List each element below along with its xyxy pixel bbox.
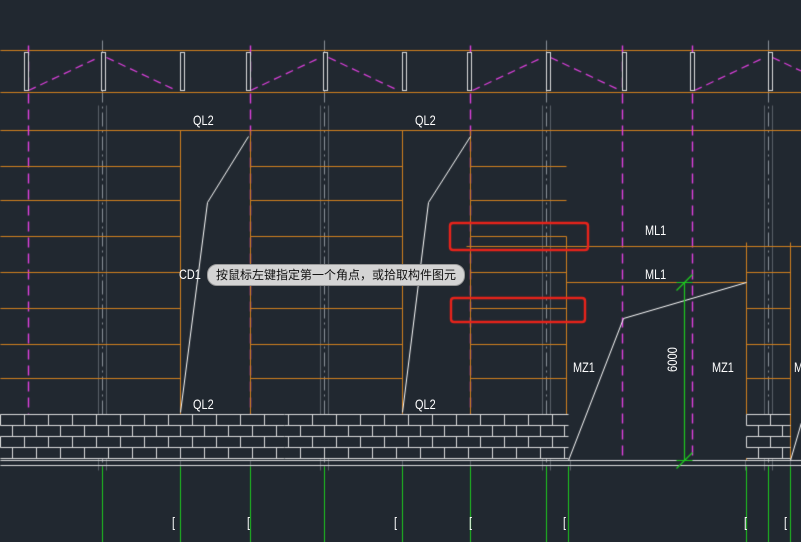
axis-bracket-marker: [	[172, 514, 176, 530]
axis-bracket-marker: [	[744, 514, 748, 530]
axis-bracket-marker: [	[394, 514, 398, 530]
axis-bracket-marker: [	[563, 514, 567, 530]
column-label-mz1-left: MZ1	[573, 359, 595, 375]
column-label-m-cut: M	[794, 359, 801, 375]
axis-bracket-marker: [	[247, 514, 251, 530]
axis-bracket-marker: [	[469, 514, 473, 530]
beam-label-ql2-top-right: QL2	[415, 112, 436, 128]
beam-label-ql2-bottom-right: QL2	[415, 396, 436, 412]
axis-bracket-marker: [	[784, 514, 788, 530]
dimension-label-6000: 6000	[664, 347, 680, 372]
component-label-cd1: CD1	[179, 266, 201, 282]
command-prompt-tooltip: 按鼠标左键指定第一个角点，或拾取构件图元	[207, 264, 466, 286]
beam-label-ml1-upper: ML1	[645, 222, 667, 238]
beam-label-ml1-lower: ML1	[645, 266, 667, 282]
beam-label-ql2-top-left: QL2	[193, 112, 214, 128]
column-label-mz1-right: MZ1	[712, 359, 734, 375]
beam-label-ql2-bottom-left: QL2	[193, 396, 214, 412]
